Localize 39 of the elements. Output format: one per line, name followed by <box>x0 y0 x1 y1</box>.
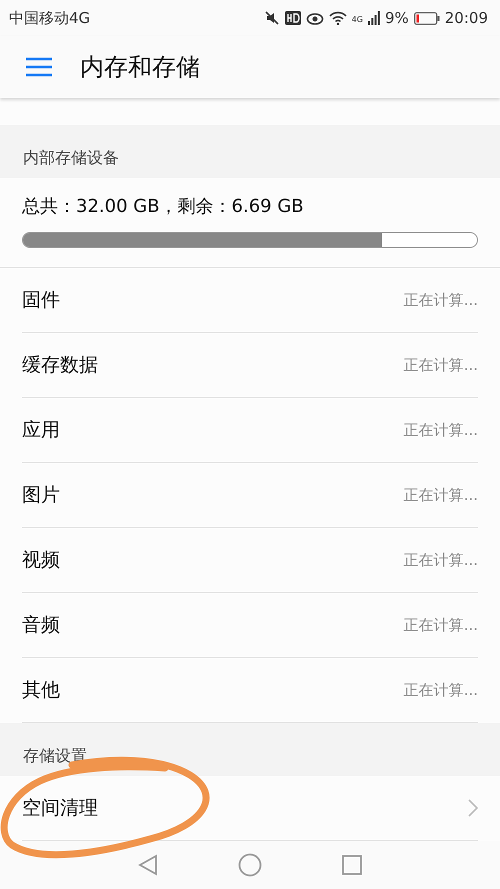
list-item[interactable]: 音频 正在计算... <box>22 593 478 658</box>
page-title: 内存和存储 <box>80 52 200 83</box>
hd-icon <box>284 11 301 25</box>
battery-percent: 9% <box>384 9 409 27</box>
battery-icon <box>414 12 440 24</box>
chevron-icon <box>468 799 478 817</box>
back-icon[interactable] <box>138 854 158 876</box>
section-title: 内部存储设备 <box>23 148 119 169</box>
signal-icon <box>368 11 380 25</box>
list-item[interactable]: 缓存数据 正在计算... <box>22 333 478 398</box>
item-value: 正在计算... <box>404 550 478 570</box>
item-value: 正在计算... <box>404 680 478 700</box>
clock: 20:09 <box>444 9 488 27</box>
item-value: 正在计算... <box>404 420 478 440</box>
item-label: 空间清理 <box>22 796 98 821</box>
home-icon[interactable] <box>238 853 262 877</box>
recents-icon[interactable] <box>342 855 362 875</box>
item-value: 正在计算... <box>404 356 478 374</box>
item-label: 固件 <box>22 288 60 313</box>
item-value: 正在计算... <box>404 486 478 504</box>
item-label: 其他 <box>22 678 60 703</box>
item-label: 缓存数据 <box>22 353 98 378</box>
item-label: 应用 <box>22 418 60 443</box>
list-item[interactable]: 应用 正在计算... <box>22 398 478 463</box>
wifi-icon <box>328 11 347 25</box>
list-item[interactable]: 图片 正在计算... <box>22 463 478 528</box>
list-item[interactable]: 视频 正在计算... <box>22 528 478 593</box>
list-item[interactable]: 固件 正在计算... <box>22 268 478 333</box>
menu-button[interactable] <box>26 57 52 77</box>
storage-summary: 总共：32.00 GB，剩余：6.69 GB <box>22 195 305 218</box>
item-label: 视频 <box>22 548 60 573</box>
item-label: 图片 <box>22 483 60 508</box>
eye-icon <box>306 11 324 25</box>
item-label: 音频 <box>22 613 60 638</box>
mute-icon <box>264 10 280 26</box>
network-type: 4G <box>352 15 363 24</box>
item-value: 正在计算... <box>404 290 478 310</box>
carrier-name: 中国移动4G <box>9 8 90 28</box>
item-value: 正在计算... <box>404 616 478 634</box>
